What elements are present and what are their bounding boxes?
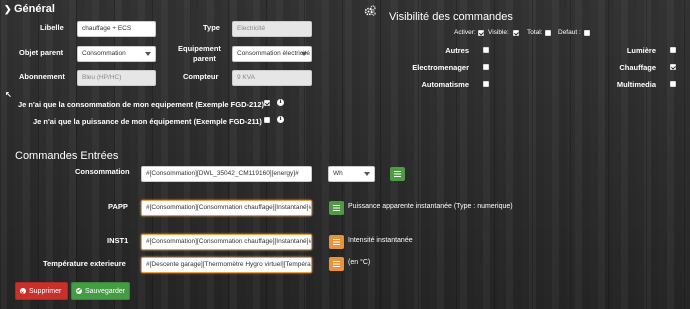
category-checkbox-automatisme[interactable] [483,81,489,87]
remove-icon [20,285,26,303]
category-label-autres: Autres [445,46,469,55]
list-command-button[interactable] [329,257,344,271]
equipement-parent-select[interactable]: Consommation électricité global [232,46,329,62]
collapse-chevron-icon: ❯ [4,4,12,14]
abonnement-select[interactable]: Bleu (HP/HC) [77,70,156,86]
inst1-description: Intensité instantanée [348,237,413,244]
list-icon [333,205,340,211]
compteur-value: 9 KVA [237,74,255,81]
visibility-title: Visibilité des commandes [389,11,513,23]
list-icon [333,261,340,267]
compteur-label: Compteur [183,72,219,81]
list-icon [394,171,401,177]
list-command-button[interactable] [329,201,344,215]
temperature-description: (en °C) [348,259,371,266]
consommation-label: Consommation [75,167,130,176]
category-checkbox-electromenager[interactable] [483,64,489,70]
type-select[interactable]: Electricité [232,21,312,37]
delete-button-label: Supprimer [29,288,62,295]
list-icon [333,239,340,245]
info-icon[interactable]: i [277,116,284,123]
delete-button[interactable]: Supprimer [15,282,68,303]
consommation-unit-select[interactable]: Wh [328,166,375,182]
chevron-down-icon [301,52,307,56]
section-header-general[interactable]: ❯ Général [4,3,94,17]
section-title-general: Général [14,3,55,15]
save-button[interactable]: Sauvegarder [71,282,130,300]
objet-parent-value: Consommation [82,50,126,57]
list-command-button[interactable] [329,235,344,249]
cogs-icon[interactable] [364,3,376,16]
conso-only-label: Je n'ai que la consommation de mon equip… [18,100,265,109]
type-select-value: Electricité [237,25,266,32]
total-checkbox[interactable] [545,30,551,36]
consommation-input[interactable]: #[Consommation][DWL_35042_CM119160][ener… [141,166,312,182]
info-icon[interactable]: i [277,99,284,106]
category-label-electromenager: Electromenager [412,63,469,72]
category-checkbox-multimedia[interactable] [670,81,676,87]
temperature-input[interactable]: #[Descente garage][Thermomètre Hygro vir… [141,257,312,273]
libelle-input[interactable]: chauffage + ECS [77,21,156,37]
category-checkbox-lumiere[interactable] [670,47,676,53]
equipement-parent-label-line2: parent [193,54,216,63]
papp-input[interactable]: #[Consommation][Consommation chauffage][… [141,200,312,216]
category-label-multimedia: Multimedia [616,80,656,89]
compteur-select[interactable]: 9 KVA [232,70,312,86]
papp-label: PAPP [108,202,128,211]
equipement-parent-value: Consommation électricité global [237,50,330,57]
total-label: Total: [527,29,543,36]
category-checkbox-chauffage[interactable] [670,64,676,70]
activer-label: Activer: [454,29,476,36]
objet-parent-select[interactable]: Consommation [77,46,156,62]
visible-checkbox[interactable] [513,30,519,36]
objet-parent-label: Objet parent [19,48,64,57]
save-button-label: Sauvegarder [85,288,126,295]
papp-description: Puissance apparente instantanée (Type : … [348,203,513,210]
commands-title: Commandes Entrées [15,150,119,162]
abonnement-value: Bleu (HP/HC) [82,74,122,81]
defaut-checkbox[interactable] [584,30,590,36]
list-command-button[interactable] [390,167,405,181]
chevron-down-icon [364,172,370,176]
abonnement-label: Abonnement [19,72,65,81]
consommation-unit-value: Wh [333,170,343,177]
defaut-label: Defaut : [558,29,581,36]
puiss-only-label: Je n'ai que la puissance de mon équipeme… [33,117,262,126]
inst1-input[interactable]: #[Consommation][Consommation chauffage][… [141,234,312,250]
chevron-down-icon [145,52,151,56]
check-icon [76,287,82,294]
category-label-automatisme: Automatisme [421,80,469,89]
conso-only-checkbox[interactable] [264,100,270,106]
category-label-lumiere: Lumière [626,46,656,55]
type-label: Type [203,23,220,32]
mouse-cursor: ↖ [5,90,12,99]
libelle-label: Libelle [40,23,64,32]
temperature-label: Température exterieure [43,259,126,268]
category-label-chauffage: Chauffage [619,63,656,72]
category-checkbox-autres[interactable] [483,47,489,53]
inst1-label: INST1 [107,236,129,245]
equipement-parent-label-line1: Equipement [178,44,221,53]
puiss-only-checkbox[interactable] [264,117,270,123]
activer-checkbox[interactable] [478,30,484,36]
visible-label: Visible: [488,29,509,36]
